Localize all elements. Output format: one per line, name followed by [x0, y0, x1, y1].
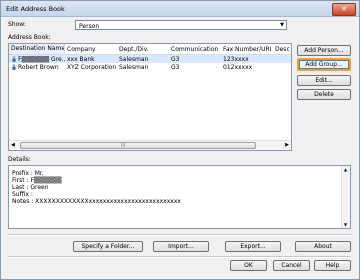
cell-dept: Salesman — [119, 56, 149, 63]
show-label: Show: — [8, 21, 26, 28]
specify-folder-button[interactable]: Specify a Folder... — [73, 241, 143, 252]
column-header-fax[interactable]: Fax Number/URI — [223, 46, 273, 53]
add-person-button[interactable]: Add Person... — [297, 45, 351, 56]
person-icon — [12, 56, 16, 62]
table-row[interactable]: F▒▒▒▒▒▒ Gre... xxx Bank Salesman G3 123x… — [9, 55, 291, 63]
show-select[interactable]: Person ▼ — [75, 20, 287, 30]
list-header: Destination Name Company Dept./Div. Comm… — [9, 44, 291, 55]
details-line-prefix: Prefix : Mr. — [12, 170, 44, 177]
details-line-last: Last : Green — [12, 184, 49, 191]
import-button[interactable]: Import... — [153, 241, 209, 252]
close-button[interactable]: ✕ — [332, 3, 356, 16]
grip-icon: ||| — [121, 142, 126, 147]
window-title: Edit Address Book — [6, 5, 65, 13]
cell-company: XYZ Corporation — [67, 64, 117, 71]
details-line-first: First : F▒▒▒▒▒▒ — [12, 177, 62, 184]
details-line-suffix: Suffix : — [12, 191, 33, 198]
ok-button[interactable]: OK — [230, 260, 267, 271]
cell-fax: 123xxxx — [223, 56, 249, 63]
details-line-notes: Notes : XXXXXXXXXXXXXxxxxxxxxxxxxxxxxxxx… — [12, 198, 181, 205]
cell-fax: 012xxxxx — [223, 64, 253, 71]
delete-button[interactable]: Delete — [297, 89, 351, 100]
cancel-button[interactable]: Cancel — [273, 260, 310, 271]
address-book-label: Address Book: — [8, 34, 51, 41]
about-button[interactable]: About — [295, 241, 351, 252]
chevron-down-icon: ▼ — [280, 22, 284, 28]
details-panel[interactable]: Prefix : Mr. First : F▒▒▒▒▒▒ Last : Gree… — [8, 165, 351, 229]
column-header-company[interactable]: Company — [67, 46, 115, 53]
scroll-left-icon[interactable]: ◀ — [11, 142, 15, 148]
scroll-up-icon[interactable]: ▲ — [344, 167, 347, 172]
cell-name: F▒▒▒▒▒▒ Gre... — [18, 56, 66, 63]
address-book-list[interactable]: Destination Name Company Dept./Div. Comm… — [8, 43, 292, 151]
person-icon — [12, 64, 16, 70]
cell-company: xxx Bank — [67, 56, 95, 63]
column-header-destination-name[interactable]: Destination Name — [9, 44, 65, 54]
add-group-button[interactable]: Add Group... — [297, 58, 351, 71]
vertical-scrollbar[interactable]: ▲ ▼ — [341, 166, 350, 228]
scroll-right-icon[interactable]: ▶ — [285, 142, 289, 148]
column-header-dept[interactable]: Dept./Div. — [119, 46, 167, 53]
divider — [8, 234, 351, 236]
show-select-value: Person — [79, 23, 100, 30]
cell-dept: Salesman — [119, 64, 149, 71]
export-button[interactable]: Export... — [225, 241, 281, 252]
scroll-down-icon[interactable]: ▼ — [344, 222, 347, 227]
details-label: Details: — [8, 156, 31, 163]
column-header-description[interactable]: Desc — [275, 46, 291, 53]
title-bar[interactable]: Edit Address Book ✕ — [1, 1, 359, 17]
column-header-communication[interactable]: Communication ... — [171, 46, 219, 53]
edit-address-book-dialog: Edit Address Book ✕ Show: Person ▼ Addre… — [0, 0, 360, 280]
cell-communication: G3 — [171, 56, 180, 63]
help-button[interactable]: Help — [314, 260, 351, 271]
table-row[interactable]: Robert Brown XYZ Corporation Salesman G3… — [9, 63, 291, 71]
horizontal-scrollbar[interactable]: ◀ ||| ▶ — [9, 140, 291, 150]
scrollbar-thumb[interactable] — [20, 142, 256, 149]
divider — [8, 256, 351, 258]
edit-button[interactable]: Edit... — [297, 75, 351, 86]
cell-communication: G3 — [171, 64, 180, 71]
cell-name: Robert Brown — [18, 64, 59, 71]
